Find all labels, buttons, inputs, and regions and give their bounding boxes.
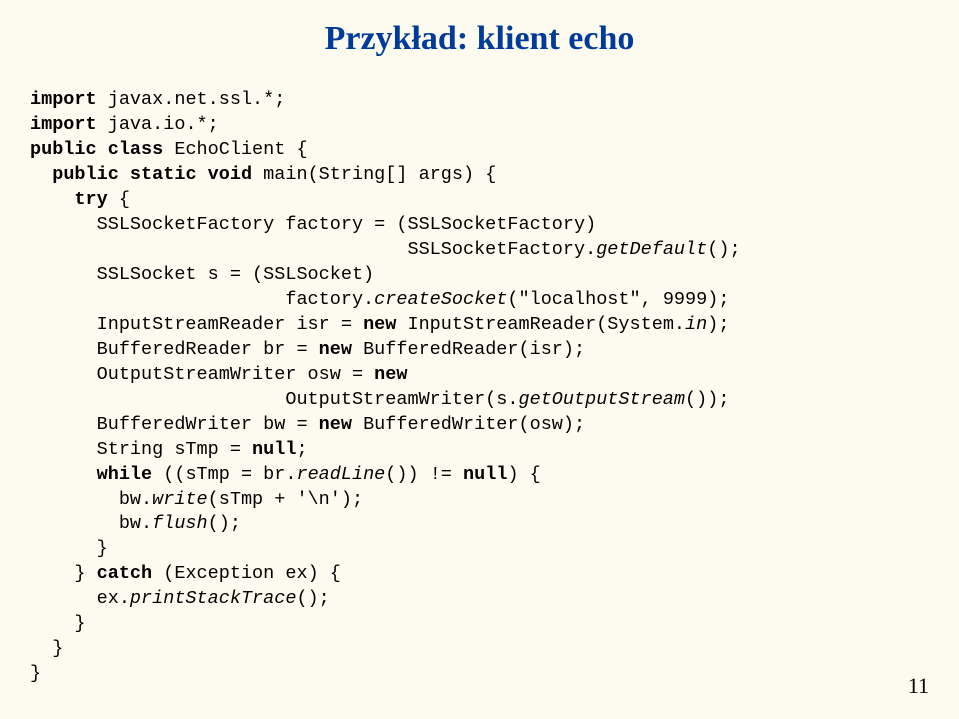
kw-null: null (252, 439, 296, 460)
code-text (30, 164, 52, 185)
code-text: } (30, 538, 108, 559)
code-text: ); (707, 314, 729, 335)
kw-try: try (74, 189, 107, 210)
method-call: getOutputStream (518, 389, 685, 410)
code-text (30, 464, 97, 485)
code-text: SSLSocketFactory factory = (SSLSocketFac… (30, 214, 596, 235)
kw-while: while (97, 464, 153, 485)
kw-public-class: public class (30, 139, 163, 160)
code-text: bw. (30, 513, 152, 534)
code-text: main(String[] args) { (252, 164, 496, 185)
code-text: BufferedWriter(osw); (352, 414, 585, 435)
code-text: ()); (685, 389, 729, 410)
code-text: InputStreamReader isr = (30, 314, 363, 335)
kw-new: new (319, 414, 352, 435)
method-call: write (152, 489, 208, 510)
code-text: bw. (30, 489, 152, 510)
code-text (30, 189, 74, 210)
code-text: factory. (30, 289, 374, 310)
slide-title: Przykład: klient echo (30, 20, 929, 58)
code-text: SSLSocket s = (SSLSocket) (30, 264, 374, 285)
code-text: ; (296, 439, 307, 460)
code-text: } (30, 563, 97, 584)
code-text: ) { (507, 464, 540, 485)
code-text: EchoClient { (163, 139, 307, 160)
method-call: flush (152, 513, 208, 534)
code-text: (); (707, 239, 740, 260)
code-text: OutputStreamWriter(s. (30, 389, 518, 410)
code-text: } (30, 638, 63, 659)
field-ref: in (685, 314, 707, 335)
kw-import: import (30, 89, 97, 110)
method-call: printStackTrace (130, 588, 297, 609)
code-text: ex. (30, 588, 130, 609)
slide: Przykład: klient echo import javax.net.s… (0, 0, 959, 719)
code-text: SSLSocketFactory. (30, 239, 596, 260)
code-block: import javax.net.ssl.*; import java.io.*… (30, 88, 929, 687)
code-text: } (30, 663, 41, 684)
code-text: } (30, 613, 86, 634)
code-text: (); (208, 513, 241, 534)
code-text: { (108, 189, 130, 210)
code-text: ("localhost", 9999); (507, 289, 729, 310)
code-text: (sTmp + '\n'); (208, 489, 363, 510)
code-text: ()) != (385, 464, 463, 485)
kw-public-static-void: public static void (52, 164, 252, 185)
code-text: BufferedReader(isr); (352, 339, 585, 360)
code-text: javax.net.ssl.*; (97, 89, 286, 110)
kw-new: new (363, 314, 396, 335)
kw-new: new (319, 339, 352, 360)
method-call: getDefault (596, 239, 707, 260)
code-text: OutputStreamWriter osw = (30, 364, 374, 385)
method-call: createSocket (374, 289, 507, 310)
code-text: String sTmp = (30, 439, 252, 460)
page-number: 11 (908, 673, 929, 699)
code-text: (Exception ex) { (152, 563, 341, 584)
code-text: InputStreamReader(System. (396, 314, 685, 335)
kw-null: null (463, 464, 507, 485)
code-text: (); (296, 588, 329, 609)
method-call: readLine (296, 464, 385, 485)
code-text: ((sTmp = br. (152, 464, 296, 485)
kw-catch: catch (97, 563, 153, 584)
code-text: BufferedReader br = (30, 339, 319, 360)
code-text: java.io.*; (97, 114, 219, 135)
code-text: BufferedWriter bw = (30, 414, 319, 435)
kw-new: new (374, 364, 407, 385)
kw-import: import (30, 114, 97, 135)
